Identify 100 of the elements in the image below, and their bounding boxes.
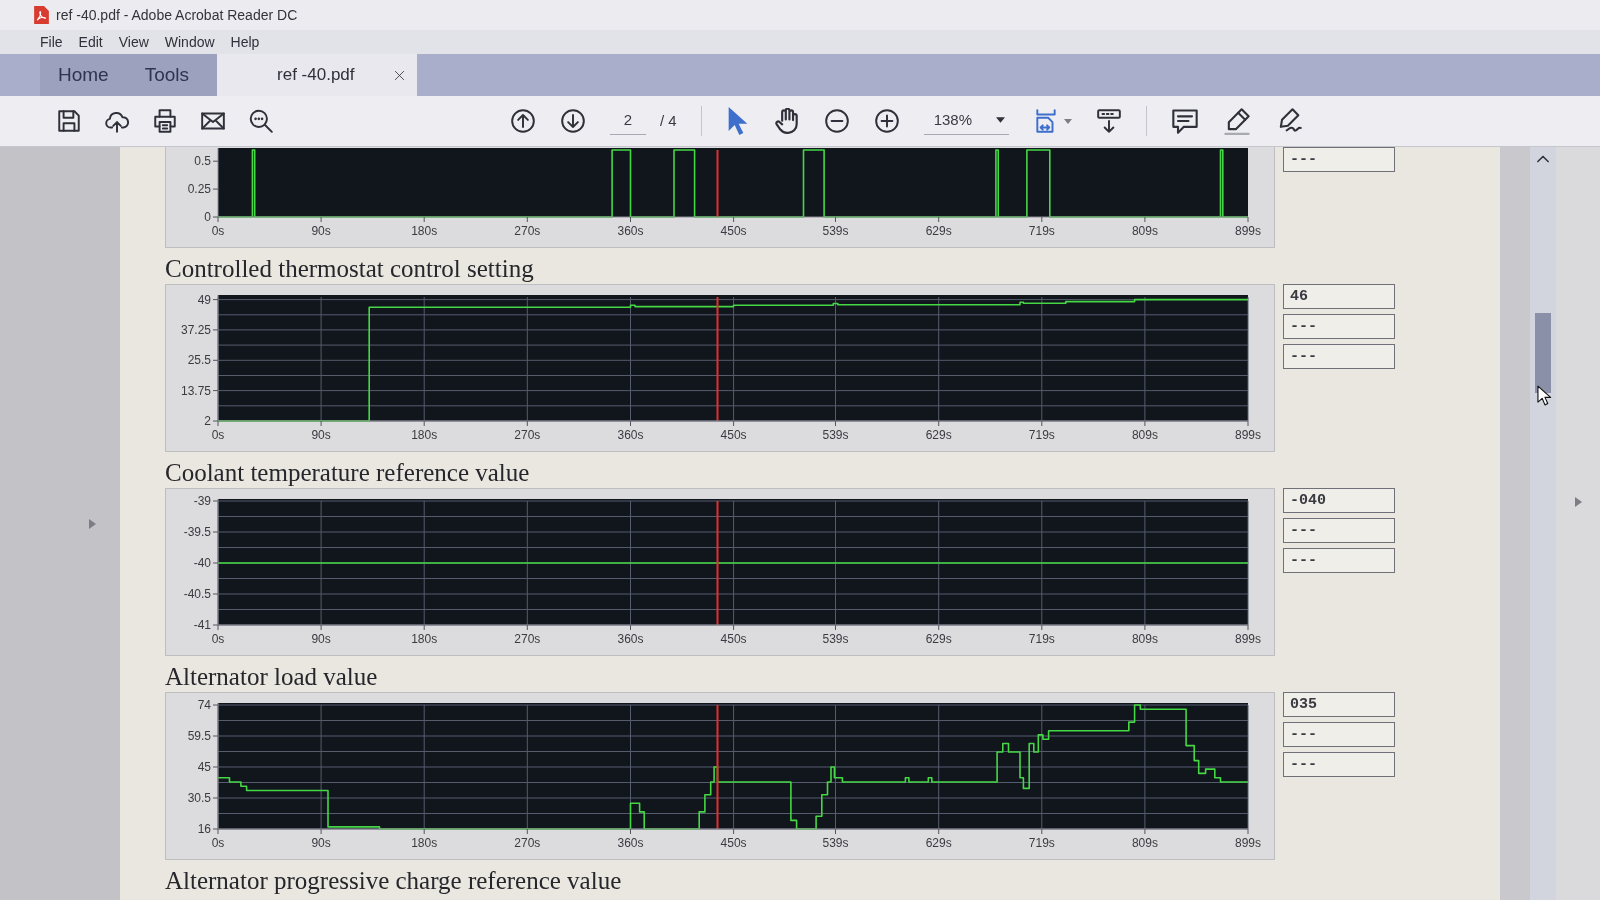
value-field: --- bbox=[1283, 722, 1395, 747]
arrow-down-circle-icon[interactable] bbox=[560, 108, 586, 134]
axis-label: 0s bbox=[211, 836, 225, 850]
zoom-dropdown[interactable]: 138% bbox=[923, 106, 1010, 136]
axis-label: 899s bbox=[1235, 836, 1261, 850]
axis-label: 450s bbox=[720, 836, 747, 850]
axis-label: 539s bbox=[822, 224, 849, 238]
axis-label: 629s bbox=[925, 836, 952, 850]
axis-label: 49 bbox=[197, 292, 211, 307]
axis-label: 899s bbox=[1235, 224, 1261, 238]
zoom-out-icon[interactable] bbox=[823, 108, 850, 134]
axis-label: 539s bbox=[822, 632, 849, 646]
axis-label: 719s bbox=[1028, 836, 1055, 850]
axis-label: -40.5 bbox=[183, 587, 211, 601]
axis-label: 629s bbox=[925, 224, 952, 238]
axis-label: 37.25 bbox=[180, 322, 211, 337]
axis-label: 0.5 bbox=[194, 154, 211, 169]
axis-label: 629s bbox=[925, 428, 952, 442]
window-title: ref -40.pdf - Adobe Acrobat Reader DC bbox=[56, 5, 298, 25]
axis-label: 809s bbox=[1131, 224, 1158, 238]
axis-label: -40 bbox=[193, 556, 211, 570]
value-field: --- bbox=[1283, 314, 1395, 339]
search-icon[interactable] bbox=[248, 108, 274, 134]
speech-bubble-icon[interactable] bbox=[1171, 107, 1200, 135]
axis-label: 16 bbox=[197, 822, 211, 836]
value-field: --- bbox=[1283, 752, 1395, 777]
axis-label: 45 bbox=[197, 760, 211, 774]
axis-label: -41 bbox=[193, 618, 211, 632]
zoom-in-icon[interactable] bbox=[873, 108, 900, 134]
axis-label: 90s bbox=[311, 428, 331, 442]
axis-label: 74 bbox=[197, 698, 211, 712]
page-number-field[interactable]: 2 bbox=[610, 107, 646, 135]
value-field: --- bbox=[1283, 518, 1395, 543]
tab[interactable]: Tools bbox=[126, 54, 208, 96]
axis-label: 809s bbox=[1131, 632, 1158, 646]
axis-label: 360s bbox=[617, 224, 644, 238]
expand-arrow-icon[interactable] bbox=[1574, 497, 1582, 507]
menu-item[interactable]: File bbox=[34, 30, 69, 54]
chart-title: Alternator load value bbox=[165, 662, 379, 692]
scroll-up-icon[interactable] bbox=[1537, 155, 1549, 163]
pdf-file-icon bbox=[34, 6, 49, 24]
axis-label: -39.5 bbox=[183, 525, 211, 539]
value-field: 035 bbox=[1283, 692, 1395, 717]
axis-label: 0.25 bbox=[187, 182, 211, 197]
save-icon[interactable] bbox=[56, 108, 82, 134]
axis-label: 180s bbox=[411, 836, 438, 850]
axis-label: 270s bbox=[514, 428, 541, 442]
chart-title: Alternator progressive charge reference value bbox=[165, 866, 623, 896]
axis-label: 90s bbox=[311, 836, 331, 850]
menu-item[interactable]: Help bbox=[224, 30, 266, 54]
chart-title: Controlled thermostat control setting bbox=[165, 254, 535, 284]
axis-label: 809s bbox=[1131, 836, 1158, 850]
axis-label: 899s bbox=[1235, 428, 1261, 442]
highlighter-pen-icon[interactable] bbox=[1223, 107, 1252, 135]
close-icon[interactable] bbox=[394, 69, 406, 81]
arrow-up-circle-icon[interactable] bbox=[510, 108, 536, 134]
value-field: --- bbox=[1283, 147, 1395, 172]
axis-label: 90s bbox=[311, 632, 331, 646]
scrollbar-thumb[interactable] bbox=[1535, 313, 1551, 393]
mouse-pointer-icon bbox=[1537, 385, 1552, 406]
axis-label: 719s bbox=[1028, 428, 1055, 442]
axis-label: 30.5 bbox=[187, 791, 211, 805]
axis-label: 719s bbox=[1028, 632, 1055, 646]
axis-label: 2 bbox=[204, 414, 211, 428]
axis-label: 270s bbox=[514, 224, 541, 238]
axis-label: 0s bbox=[211, 428, 225, 442]
chart-title: Coolant temperature reference value bbox=[165, 458, 531, 488]
axis-label: 360s bbox=[617, 836, 644, 850]
value-field: -040 bbox=[1283, 488, 1395, 513]
menu-item[interactable]: Window bbox=[158, 30, 221, 54]
axis-label: 25.5 bbox=[187, 353, 211, 368]
value-field: --- bbox=[1283, 548, 1395, 573]
axis-label: 450s bbox=[720, 632, 747, 646]
axis-label: 90s bbox=[311, 224, 331, 238]
print-icon[interactable] bbox=[152, 108, 178, 134]
axis-label: -39 bbox=[193, 494, 211, 508]
axis-label: 360s bbox=[617, 428, 644, 442]
axis-label: 360s bbox=[617, 632, 644, 646]
tab[interactable]: ref -40.pdf bbox=[217, 54, 418, 96]
hand-icon[interactable] bbox=[773, 108, 800, 134]
axis-label: 0 bbox=[204, 210, 211, 224]
axis-label: 270s bbox=[514, 836, 541, 850]
menu-item[interactable]: Edit bbox=[72, 30, 109, 54]
axis-label: 450s bbox=[720, 428, 747, 442]
tab[interactable]: Home bbox=[40, 54, 127, 96]
axis-label: 180s bbox=[411, 224, 438, 238]
axis-label: 13.75 bbox=[180, 383, 211, 398]
axis-label: 0s bbox=[211, 632, 225, 646]
axis-label: 539s bbox=[822, 428, 849, 442]
menu-item[interactable]: View bbox=[112, 30, 155, 54]
axis-label: 450s bbox=[720, 224, 747, 238]
caret-icon[interactable] bbox=[996, 117, 1006, 123]
axis-label: 809s bbox=[1131, 428, 1158, 442]
axis-label: 270s bbox=[514, 632, 541, 646]
axis-label: 0s bbox=[211, 224, 225, 238]
value-field: 46 bbox=[1283, 284, 1395, 309]
axis-label: 719s bbox=[1028, 224, 1055, 238]
axis-label: 899s bbox=[1235, 632, 1261, 646]
tray-down-arrow-icon[interactable] bbox=[1096, 108, 1123, 134]
axis-label: 180s bbox=[411, 632, 438, 646]
